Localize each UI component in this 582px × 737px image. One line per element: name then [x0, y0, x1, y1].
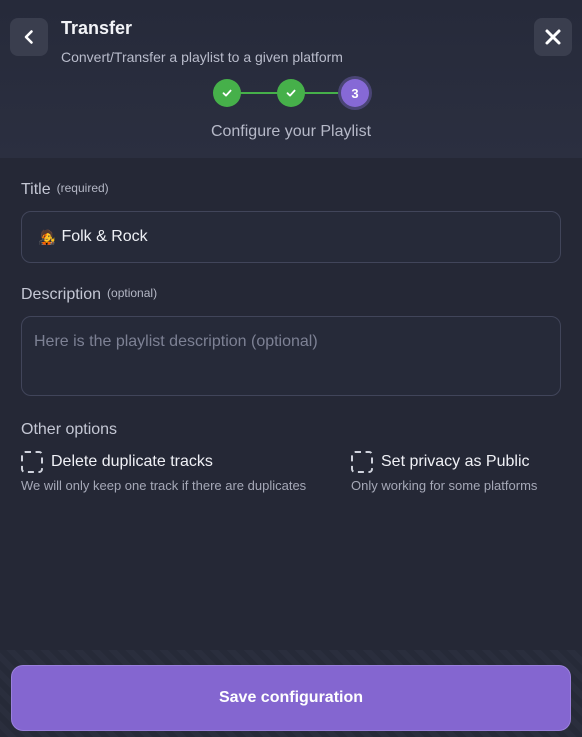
- step-2: [277, 79, 305, 107]
- stepper: 3: [213, 78, 371, 108]
- chevron-left-icon: [24, 30, 33, 44]
- description-label-text: Description: [21, 286, 102, 303]
- title-label: Title (required): [21, 181, 109, 199]
- close-button[interactable]: [534, 18, 572, 56]
- description-placeholder: Here is the playlist description (option…: [34, 333, 318, 350]
- privacy-public-label: Set privacy as Public: [381, 453, 530, 470]
- page-subtitle: Convert/Transfer a playlist to a given p…: [61, 49, 343, 65]
- description-textarea[interactable]: Here is the playlist description (option…: [21, 316, 561, 396]
- description-optional-hint: (optional): [107, 286, 158, 300]
- title-required-hint: (required): [56, 181, 109, 195]
- step-3: 3: [341, 79, 369, 107]
- save-configuration-button[interactable]: Save configuration: [11, 665, 571, 731]
- title-label-text: Title: [21, 181, 51, 198]
- back-button[interactable]: [10, 18, 48, 56]
- close-icon: [545, 29, 561, 45]
- delete-duplicates-checkbox[interactable]: [21, 451, 43, 473]
- step-caption: Configure your Playlist: [210, 123, 372, 140]
- step-connector: [303, 92, 343, 94]
- privacy-public-description: Only working for some platforms: [351, 478, 538, 493]
- check-icon: [286, 89, 296, 97]
- title-input-value: Folk & Rock: [61, 228, 148, 245]
- singer-emoji: 🧑‍🎤: [38, 228, 56, 245]
- check-icon: [222, 89, 232, 97]
- description-label: Description (optional): [21, 286, 157, 304]
- delete-duplicates-label: Delete duplicate tracks: [51, 453, 213, 470]
- header: Transfer Convert/Transfer a playlist to …: [0, 0, 582, 158]
- delete-duplicates-description: We will only keep one track if there are…: [21, 478, 307, 493]
- page-title: Transfer: [61, 18, 133, 38]
- other-options-heading: Other options: [21, 421, 118, 438]
- privacy-public-checkbox[interactable]: [351, 451, 373, 473]
- step-connector: [239, 92, 279, 94]
- title-input[interactable]: 🧑‍🎤 Folk & Rock: [21, 211, 561, 263]
- step-1: [213, 79, 241, 107]
